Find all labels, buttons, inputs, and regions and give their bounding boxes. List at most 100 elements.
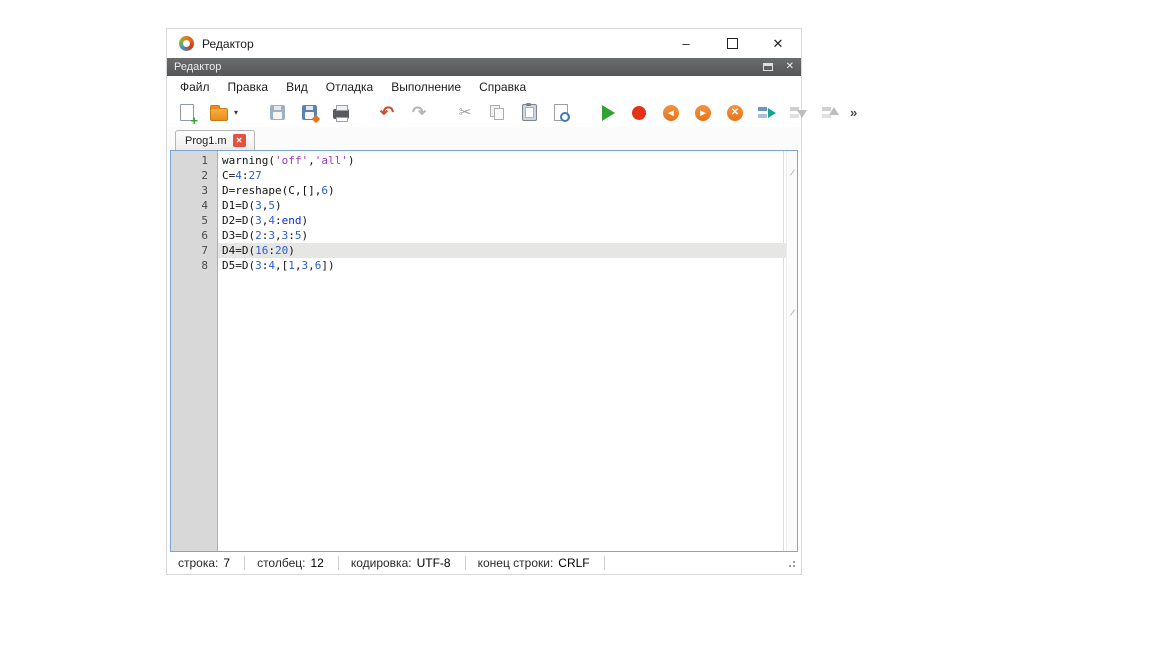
- status-encoding-label: кодировка:: [351, 556, 412, 570]
- menu-help[interactable]: Справка: [470, 80, 535, 94]
- previous-breakpoint-icon: ◀: [663, 105, 679, 121]
- status-encoding-value: UTF-8: [417, 556, 451, 570]
- line-number[interactable]: 6: [171, 228, 208, 243]
- copy-icon: [490, 105, 504, 120]
- magnifier-icon: [560, 112, 570, 122]
- step-out-button[interactable]: [820, 102, 842, 124]
- code-area[interactable]: warning('off','all')C=4:27D=reshape(C,[]…: [218, 151, 786, 551]
- clear-breakpoints-button[interactable]: ✕: [724, 102, 746, 124]
- line-number[interactable]: 1: [171, 153, 208, 168]
- code-line-current[interactable]: D4=D(16:20): [218, 243, 786, 258]
- status-eol-value: CRLF: [558, 556, 589, 570]
- line-number-gutter: 12345678: [171, 151, 218, 551]
- tab-close-icon[interactable]: ✕: [233, 134, 246, 147]
- line-number[interactable]: 7: [171, 243, 208, 258]
- scrollbar-mark: [790, 309, 795, 315]
- dock-controls: ✕: [763, 62, 794, 72]
- run-icon: [602, 105, 615, 121]
- clear-breakpoints-icon: ✕: [727, 105, 743, 121]
- next-breakpoint-button[interactable]: ▶: [692, 102, 714, 124]
- undo-button[interactable]: ↶: [376, 102, 398, 124]
- dock-close-icon[interactable]: ✕: [786, 62, 794, 72]
- code-line[interactable]: D2=D(3,4:end): [218, 213, 786, 228]
- next-breakpoint-icon: ▶: [695, 105, 711, 121]
- print-icon: [333, 109, 349, 119]
- status-bar: строка: 7 столбец: 12 кодировка: UTF-8 к…: [167, 552, 801, 574]
- status-separator: [338, 556, 339, 570]
- toggle-breakpoint-button[interactable]: [628, 102, 650, 124]
- close-icon: ✕: [773, 36, 784, 52]
- code-line[interactable]: D=reshape(C,[],6): [218, 183, 786, 198]
- open-dropdown-caret-icon[interactable]: ▾: [234, 108, 242, 117]
- menu-bar: Файл Правка Вид Отладка Выполнение Справ…: [167, 76, 801, 98]
- redo-icon: ↷: [412, 104, 426, 121]
- dock-title: Редактор: [174, 61, 763, 73]
- line-number[interactable]: 8: [171, 258, 208, 273]
- plus-icon: +: [190, 114, 198, 127]
- save-icon: [270, 105, 285, 120]
- tab-prog1[interactable]: Prog1.m ✕: [175, 130, 255, 150]
- status-line: строка: 7: [174, 556, 234, 570]
- previous-breakpoint-button[interactable]: ◀: [660, 102, 682, 124]
- code-line[interactable]: D5=D(3:4,[1,3,6]): [218, 258, 786, 273]
- editor-window: Редактор – ✕ Редактор ✕ Файл Правка Вид …: [166, 28, 802, 575]
- step-in-icon: [789, 105, 809, 121]
- tab-bar: Prog1.m ✕: [167, 127, 801, 150]
- code-line[interactable]: D3=D(2:3,3:5): [218, 228, 786, 243]
- paste-icon: [522, 104, 537, 121]
- toolbar-overflow-button[interactable]: »: [850, 105, 857, 120]
- menu-run[interactable]: Выполнение: [382, 80, 470, 94]
- menu-debug[interactable]: Отладка: [317, 80, 382, 94]
- status-encoding: кодировка: UTF-8: [347, 556, 455, 570]
- cut-button[interactable]: ✂: [454, 102, 476, 124]
- step-in-button[interactable]: [788, 102, 810, 124]
- status-column-label: столбец:: [257, 556, 305, 570]
- save-as-button[interactable]: [298, 102, 320, 124]
- run-button[interactable]: [596, 102, 618, 124]
- code-line[interactable]: D1=D(3,5): [218, 198, 786, 213]
- line-number[interactable]: 5: [171, 213, 208, 228]
- menu-edit[interactable]: Правка: [219, 80, 278, 94]
- code-line[interactable]: warning('off','all'): [218, 153, 786, 168]
- status-column: столбец: 12: [253, 556, 328, 570]
- window-title-bar[interactable]: Редактор – ✕: [167, 29, 801, 58]
- minimize-icon: –: [682, 36, 689, 51]
- window-controls: – ✕: [663, 29, 801, 58]
- step-out-icon: [821, 105, 841, 121]
- print-button[interactable]: [330, 102, 352, 124]
- cut-icon: ✂: [459, 105, 472, 120]
- editor-pane[interactable]: 12345678 warning('off','all')C=4:27D=res…: [170, 150, 798, 552]
- paste-button[interactable]: [518, 102, 540, 124]
- open-file-button[interactable]: [208, 102, 230, 124]
- close-button[interactable]: ✕: [755, 29, 801, 58]
- line-number[interactable]: 3: [171, 183, 208, 198]
- line-number[interactable]: 2: [171, 168, 208, 183]
- step-icon: [757, 105, 777, 121]
- redo-button[interactable]: ↷: [408, 102, 430, 124]
- resize-grip[interactable]: [786, 558, 796, 568]
- code-lines: warning('off','all')C=4:27D=reshape(C,[]…: [218, 153, 786, 273]
- tab-label: Prog1.m: [185, 135, 227, 147]
- new-script-button[interactable]: +: [176, 102, 198, 124]
- breakpoint-icon: [632, 106, 646, 120]
- window-title: Редактор: [202, 37, 254, 51]
- minimize-button[interactable]: –: [663, 29, 709, 58]
- step-button[interactable]: [756, 102, 778, 124]
- menu-file[interactable]: Файл: [171, 80, 219, 94]
- maximize-icon: [727, 38, 738, 49]
- code-line[interactable]: C=4:27: [218, 168, 786, 183]
- status-eol: конец строки: CRLF: [474, 556, 594, 570]
- menu-view[interactable]: Вид: [277, 80, 317, 94]
- scrollbar[interactable]: [786, 151, 797, 551]
- save-button[interactable]: [266, 102, 288, 124]
- undock-icon[interactable]: [763, 63, 773, 71]
- folder-icon: [210, 108, 228, 121]
- copy-button[interactable]: [486, 102, 508, 124]
- status-line-value: 7: [223, 556, 230, 570]
- status-column-value: 12: [310, 556, 323, 570]
- maximize-button[interactable]: [709, 29, 755, 58]
- line-number[interactable]: 4: [171, 198, 208, 213]
- undo-icon: ↶: [380, 104, 394, 121]
- find-replace-button[interactable]: [550, 102, 572, 124]
- dock-title-bar[interactable]: Редактор ✕: [167, 58, 801, 76]
